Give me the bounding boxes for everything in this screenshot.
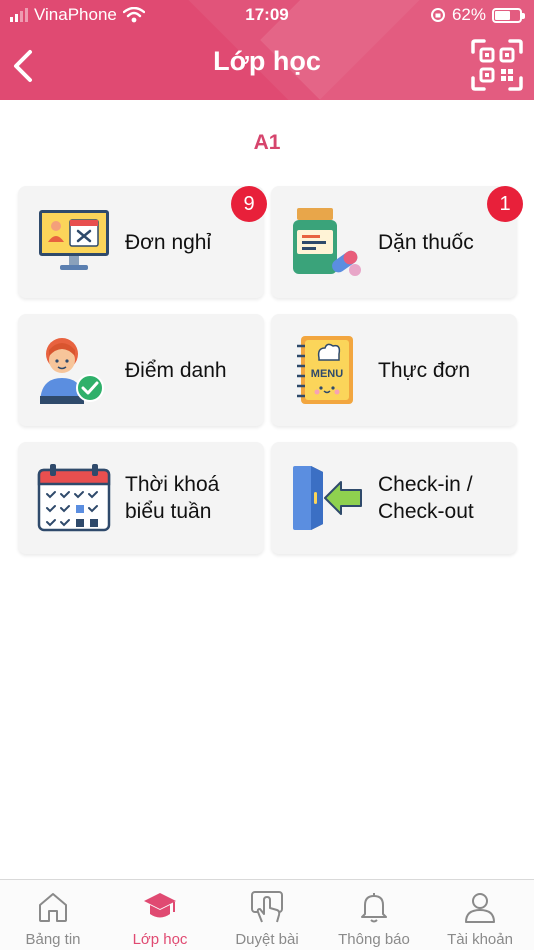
feature-card-attendance[interactable]: Điểm danh (18, 314, 264, 426)
tab-post-approval[interactable]: Duyệt bài (214, 880, 320, 950)
rotation-lock-icon (430, 8, 445, 22)
feature-card-menu[interactable]: MENU Thực đơn (271, 314, 517, 426)
feature-card-medicine[interactable]: Dặn thuốc (271, 186, 517, 298)
bottom-tab-bar: Bảng tin Lớp học Duyệt bài Thông báo Tài… (0, 879, 534, 950)
feature-card-leave-request[interactable]: Đơn nghỉ (18, 186, 264, 298)
feature-label: Check-in / Check-out (378, 473, 474, 523)
tab-notifications[interactable]: Thông báo (321, 880, 427, 950)
page-title: Lớp học (213, 46, 321, 76)
graduation-cap-icon (144, 893, 176, 918)
medicine-icon (289, 206, 365, 278)
user-icon (465, 893, 495, 923)
leave-request-icon (36, 206, 112, 278)
battery-icon (492, 7, 525, 23)
notification-badge: 1 (487, 186, 523, 222)
tab-label: Tài khoản (447, 931, 513, 948)
tab-account[interactable]: Tài khoản (427, 880, 533, 950)
notification-badge: 9 (231, 186, 267, 222)
tab-label: Lớp học (132, 931, 188, 948)
feature-card-check-in[interactable]: Check-in / Check-out (271, 442, 517, 554)
tab-label: Bảng tin (25, 931, 81, 948)
tab-label: Duyệt bài (235, 931, 299, 948)
battery-percent: 62% (451, 5, 486, 24)
qr-scan-icon (471, 39, 523, 91)
feature-card-timetable[interactable]: Thời khoá biểu tuần (18, 442, 264, 554)
hand-tap-icon (251, 891, 283, 923)
feature-label: Thực đơn (378, 358, 471, 382)
attendance-icon (36, 334, 112, 406)
class-name: A1 (253, 131, 281, 154)
app-header: VinaPhone 17:09 62% Lớp học (0, 0, 534, 100)
svg-text:MENU: MENU (311, 368, 343, 380)
check-in-door-icon (289, 462, 365, 534)
qr-scan-button[interactable] (470, 38, 524, 92)
bell-icon (361, 893, 387, 923)
status-bar: VinaPhone 17:09 62% (0, 0, 534, 30)
feature-label: Thời khoá biểu tuần (125, 473, 220, 523)
tab-news-feed[interactable]: Bảng tin (0, 880, 106, 950)
menu-book-icon: MENU (289, 334, 365, 406)
tab-class[interactable]: Lớp học (107, 880, 213, 950)
calendar-icon (36, 462, 112, 534)
tab-label: Thông báo (338, 931, 410, 948)
feature-label: Điểm danh (125, 358, 227, 382)
home-icon (39, 893, 67, 922)
